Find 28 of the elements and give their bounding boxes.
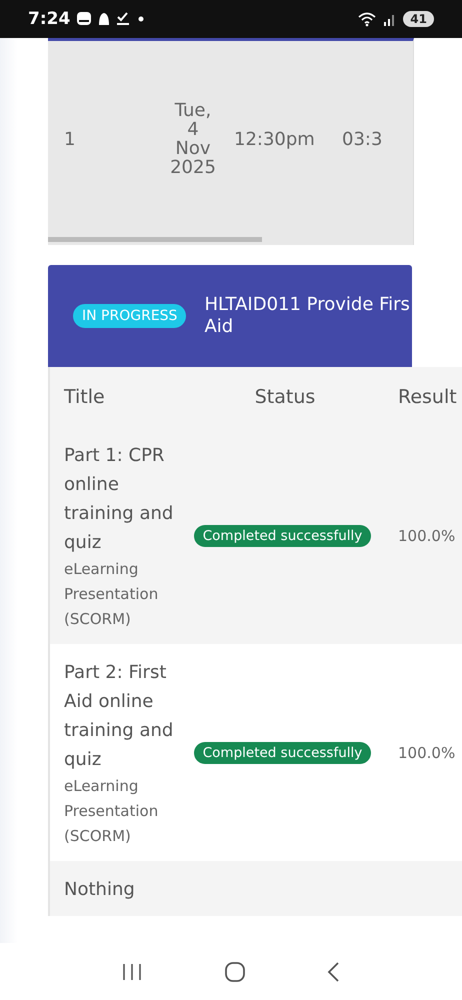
activity-title[interactable]: Part 1: CPR online training and quiz — [64, 441, 175, 557]
recent-apps-icon[interactable] — [120, 962, 144, 982]
message-icon — [76, 11, 92, 27]
activity-type: eLearning Presentation (SCORM) — [64, 559, 160, 630]
status-badge: Completed successfully — [194, 742, 372, 764]
table-cell-text: Tue, 4 Nov 2025 — [169, 101, 217, 177]
status-badge: IN PROGRESS — [73, 304, 186, 328]
table-cell: 03:3 — [342, 128, 382, 150]
column-header: Result — [397, 385, 457, 410]
table-cell-text: 12:30pm — [234, 128, 316, 150]
activity-title[interactable]: Part 2: First Aid online training and quiz — [64, 658, 175, 774]
checkmark-icon — [116, 12, 130, 26]
course-title: HLTAID011 Provide Firs — [204, 294, 410, 316]
scrollbar[interactable] — [48, 237, 262, 242]
status-time: 7:24 — [28, 9, 70, 29]
column-header: Status — [254, 385, 316, 410]
result-value: 100.0% — [398, 744, 456, 762]
battery-indicator: 41 — [403, 11, 434, 27]
result-value: 100.0% — [398, 526, 456, 544]
activity-type: eLearning Presentation (SCORM) — [64, 776, 160, 847]
dot-icon — [136, 14, 146, 24]
course-title: Aid — [204, 316, 234, 338]
table-cell-text: 1 — [63, 128, 76, 150]
home-icon[interactable] — [224, 960, 246, 982]
activity-title[interactable]: Nothing — [64, 875, 175, 904]
status-badge: Completed successfully — [194, 524, 372, 546]
column-header: Title — [63, 385, 106, 410]
wifi-icon — [357, 11, 378, 27]
